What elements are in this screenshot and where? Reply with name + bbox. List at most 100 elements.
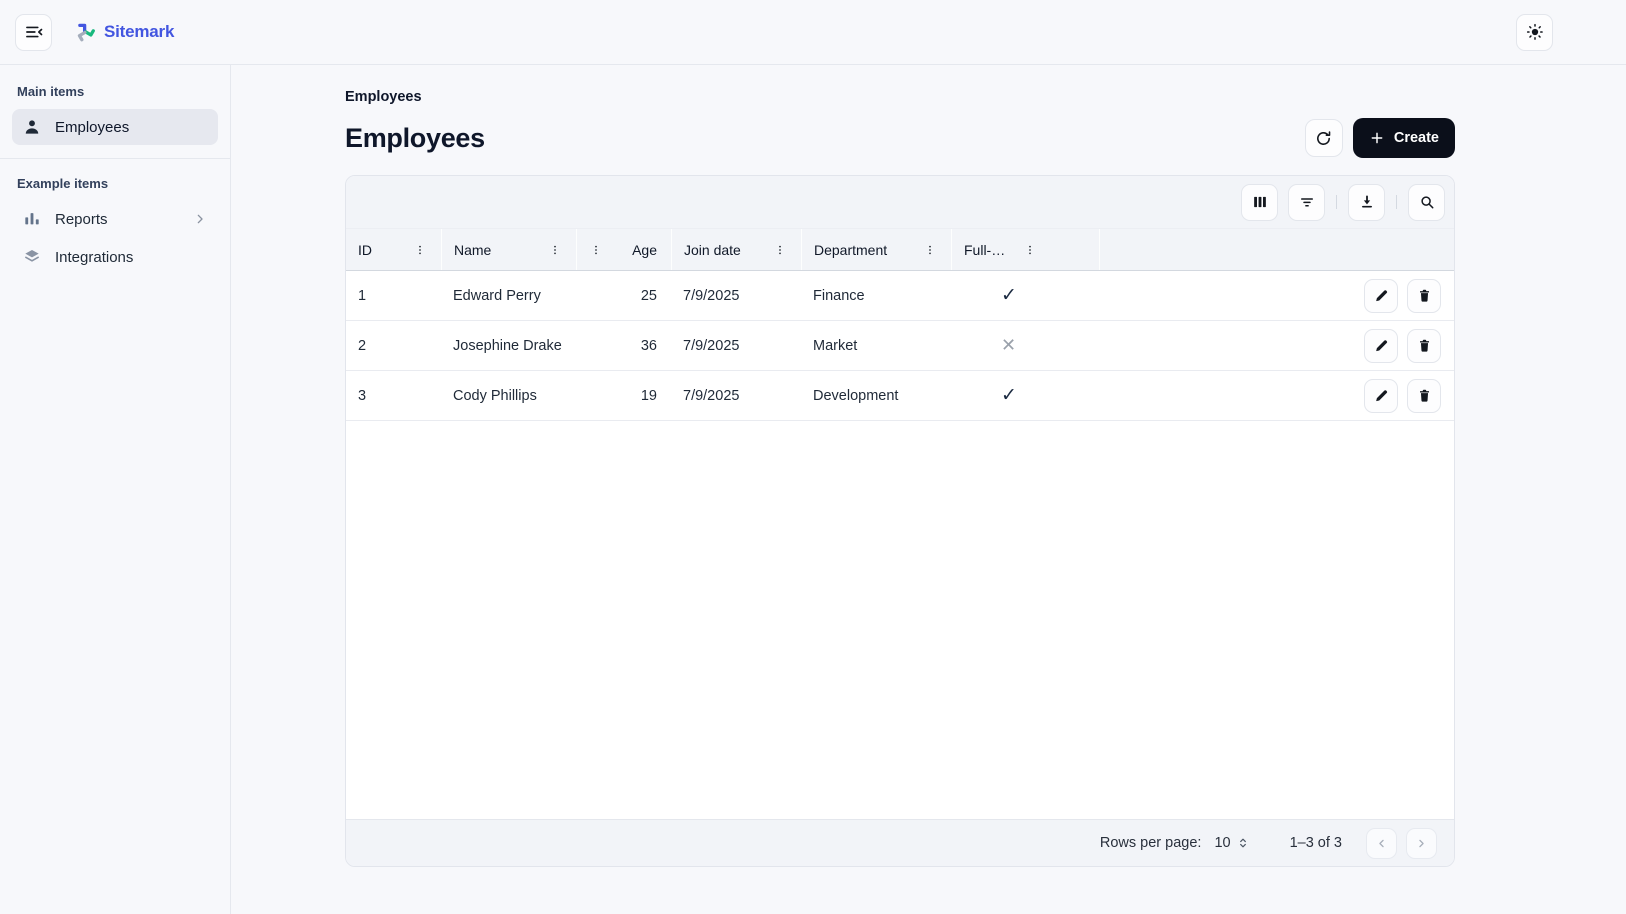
- cell-department: Finance: [801, 288, 951, 304]
- chevron-right-icon: [192, 211, 208, 227]
- edit-button[interactable]: [1364, 329, 1398, 363]
- cell-name: Edward Perry: [441, 288, 576, 304]
- rows-per-page-label: Rows per page:: [1100, 835, 1202, 851]
- cell-department: Market: [801, 338, 951, 354]
- title-actions: Create: [1305, 118, 1455, 158]
- menu-open-icon: [24, 22, 44, 42]
- search-icon: [1418, 193, 1436, 211]
- edit-pencil-icon: [1373, 287, 1390, 304]
- sitemark-pinwheel-icon: [74, 21, 96, 43]
- cell-join-date: 7/9/2025: [671, 388, 801, 404]
- cell-join-date: 7/9/2025: [671, 288, 801, 304]
- x-icon: ✕: [1001, 335, 1016, 355]
- person-icon: [22, 117, 42, 137]
- sidebar: Main items Employees Example items: [0, 65, 231, 914]
- column-header-label: ID: [358, 242, 372, 258]
- kebab-menu-icon[interactable]: [773, 243, 787, 257]
- chevron-right-icon: [1414, 836, 1429, 851]
- bar-chart-icon: [22, 209, 42, 229]
- app-root: Sitemark Main items: [0, 0, 1626, 914]
- search-button[interactable]: [1408, 184, 1445, 221]
- sun-icon: [1525, 22, 1545, 42]
- refresh-button[interactable]: [1305, 119, 1343, 157]
- create-button[interactable]: Create: [1353, 118, 1455, 158]
- menu-toggle-button[interactable]: [15, 14, 52, 51]
- rows-per-page-value: 10: [1214, 835, 1230, 851]
- kebab-menu-icon[interactable]: [413, 243, 427, 257]
- kebab-menu-icon[interactable]: [1023, 243, 1037, 257]
- cell-age: 25: [576, 288, 671, 304]
- cell-full-time: ✓: [951, 384, 1099, 407]
- topbar: Sitemark: [0, 0, 1626, 65]
- cell-id: 1: [346, 288, 441, 304]
- create-button-label: Create: [1394, 130, 1439, 146]
- kebab-menu-icon[interactable]: [923, 243, 937, 257]
- edit-button[interactable]: [1364, 279, 1398, 313]
- filter-button[interactable]: [1288, 184, 1325, 221]
- theme-toggle-button[interactable]: [1516, 14, 1553, 51]
- cell-id: 2: [346, 338, 441, 354]
- chevron-left-icon: [1374, 836, 1389, 851]
- column-header-full-time[interactable]: Full-…: [951, 229, 1099, 270]
- table-toolbar: [346, 176, 1454, 229]
- page-title: Employees: [345, 123, 485, 154]
- cell-age: 19: [576, 388, 671, 404]
- column-header-department[interactable]: Department: [801, 229, 951, 270]
- edit-button[interactable]: [1364, 379, 1398, 413]
- cell-department: Development: [801, 388, 951, 404]
- sidebar-item-label: Reports: [55, 211, 108, 228]
- delete-trash-icon: [1416, 337, 1433, 354]
- edit-pencil-icon: [1373, 387, 1390, 404]
- cell-age: 36: [576, 338, 671, 354]
- sidebar-item-reports[interactable]: Reports: [12, 201, 218, 237]
- column-header-join-date[interactable]: Join date: [671, 229, 801, 270]
- column-header-actions: [1099, 229, 1454, 270]
- cell-actions: [1099, 279, 1454, 313]
- column-header-label: Name: [454, 242, 491, 258]
- cell-id: 3: [346, 388, 441, 404]
- section-label-main-items: Main items: [12, 84, 218, 99]
- main-content: Employees Employees: [231, 65, 1455, 914]
- columns-button[interactable]: [1241, 184, 1278, 221]
- cell-actions: [1099, 379, 1454, 413]
- column-header-id[interactable]: ID: [346, 229, 441, 270]
- check-icon: ✓: [1001, 285, 1017, 306]
- kebab-menu-icon[interactable]: [548, 243, 562, 257]
- table-row: 1 Edward Perry 25 7/9/2025 Finance ✓: [346, 271, 1454, 321]
- prev-page-button[interactable]: [1366, 828, 1397, 859]
- sitemark-logo[interactable]: Sitemark: [74, 21, 174, 43]
- sidebar-divider: [0, 158, 230, 159]
- logo-text: Sitemark: [104, 22, 174, 42]
- download-icon: [1358, 193, 1376, 211]
- column-header-label: Full-…: [964, 242, 1005, 258]
- delete-trash-icon: [1416, 387, 1433, 404]
- column-header-label: Age: [632, 242, 657, 258]
- table-header-row: ID Name A: [346, 229, 1454, 271]
- plus-icon: [1369, 130, 1385, 146]
- filter-icon: [1298, 193, 1316, 211]
- app-shell: Main items Employees Example items: [0, 65, 1626, 914]
- column-header-age[interactable]: Age: [576, 229, 671, 270]
- export-button[interactable]: [1348, 184, 1385, 221]
- column-header-name[interactable]: Name: [441, 229, 576, 270]
- edit-pencil-icon: [1373, 337, 1390, 354]
- table-row: 2 Josephine Drake 36 7/9/2025 Market ✕: [346, 321, 1454, 371]
- cell-join-date: 7/9/2025: [671, 338, 801, 354]
- column-header-label: Join date: [684, 242, 741, 258]
- sidebar-item-label: Employees: [55, 119, 129, 136]
- sidebar-item-employees[interactable]: Employees: [12, 109, 218, 145]
- kebab-menu-icon[interactable]: [589, 243, 603, 257]
- refresh-icon: [1314, 129, 1333, 148]
- delete-button[interactable]: [1407, 279, 1441, 313]
- cell-full-time: ✓: [951, 284, 1099, 307]
- sidebar-item-integrations[interactable]: Integrations: [12, 239, 218, 275]
- select-arrows-icon: [1236, 834, 1250, 852]
- cell-name: Cody Phillips: [441, 388, 576, 404]
- sidebar-item-label: Integrations: [55, 249, 133, 266]
- delete-button[interactable]: [1407, 379, 1441, 413]
- column-header-label: Department: [814, 242, 887, 258]
- next-page-button[interactable]: [1406, 828, 1437, 859]
- table-empty-area: [346, 421, 1454, 819]
- rows-per-page-select[interactable]: 10: [1214, 834, 1249, 852]
- delete-button[interactable]: [1407, 329, 1441, 363]
